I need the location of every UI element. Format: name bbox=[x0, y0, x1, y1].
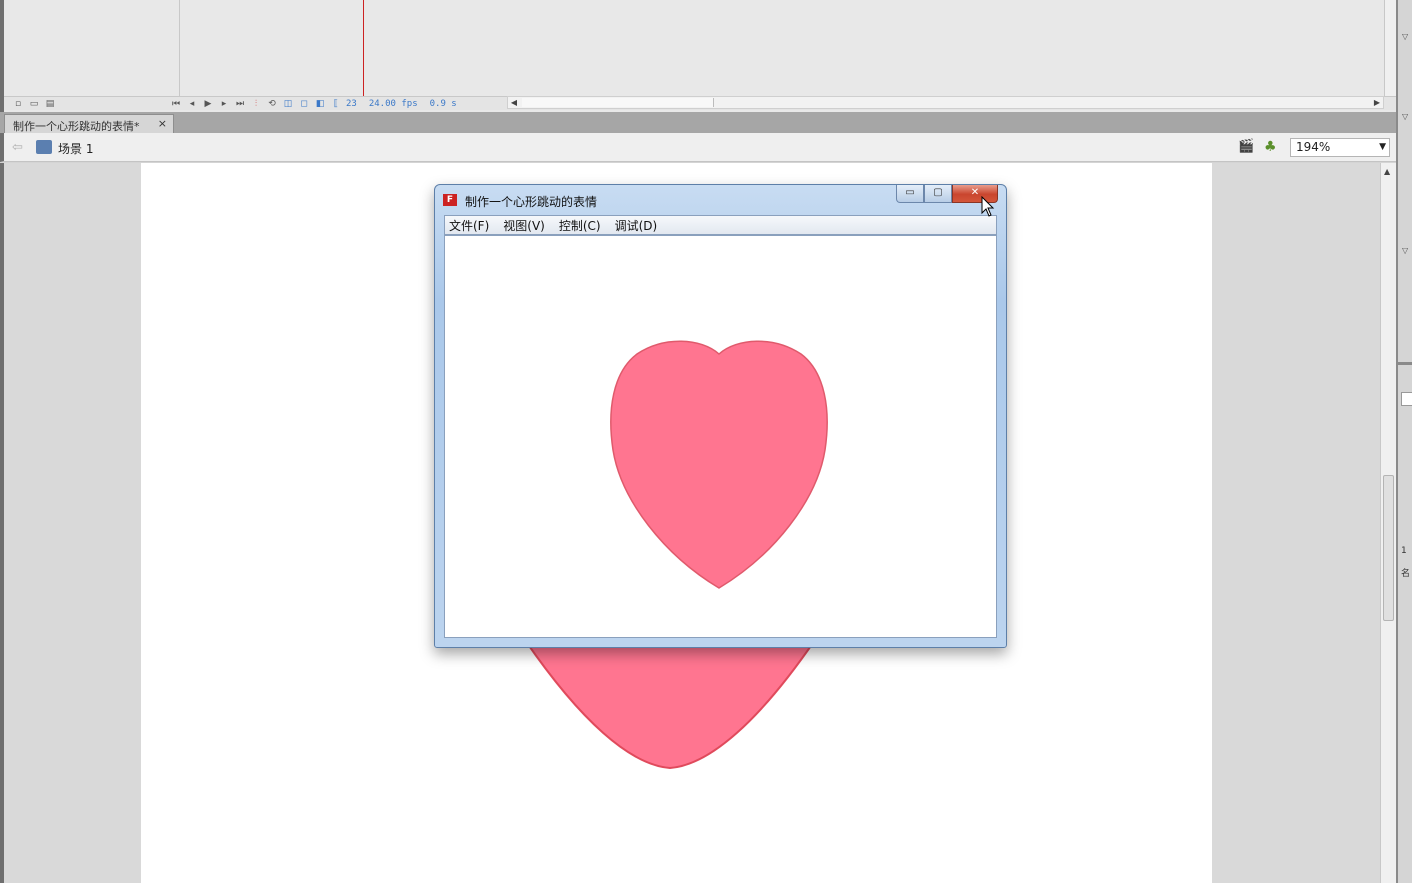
edit-scene-icon[interactable]: 🎬 bbox=[1238, 139, 1256, 155]
menu-debug[interactable]: 调试(D) bbox=[615, 217, 658, 234]
window-titlebar[interactable]: F 制作一个心形跳动的表情 ▭ ▢ ✕ bbox=[435, 185, 1006, 215]
play-icon[interactable]: ▶ bbox=[202, 99, 214, 109]
stage-scroll-thumb[interactable] bbox=[1383, 475, 1394, 621]
loop-icon[interactable]: ⟲ bbox=[266, 99, 278, 109]
flash-player-logo-icon: F bbox=[443, 194, 457, 206]
onion-outline-icon[interactable]: ◻ bbox=[298, 99, 310, 109]
delete-layer-icon[interactable]: ▤ bbox=[44, 99, 56, 109]
right-panel-collapsed: ▽ ▽ ▽ 1 名 bbox=[1396, 0, 1412, 883]
panel-collapse-icon[interactable]: ▽ bbox=[1402, 32, 1408, 41]
maximize-button[interactable]: ▢ bbox=[924, 185, 952, 203]
heart-shape bbox=[610, 340, 828, 589]
timeline-horizontal-scrollbar[interactable]: ◀ ▶ bbox=[507, 96, 1384, 109]
scene-icon bbox=[36, 140, 52, 154]
timeline-scroll-thumb[interactable] bbox=[522, 98, 714, 107]
elapsed-time-readout: 0.9 s bbox=[429, 98, 457, 109]
zoom-select[interactable]: 194% ▼ bbox=[1290, 138, 1390, 157]
scroll-up-icon[interactable]: ▲ bbox=[1384, 167, 1390, 176]
document-tab[interactable]: 制作一个心形跳动的表情* × bbox=[4, 114, 174, 133]
back-arrow-icon[interactable]: ⇦ bbox=[12, 140, 23, 155]
stage-vertical-scrollbar[interactable]: ▲ bbox=[1380, 163, 1396, 883]
step-forward-icon[interactable]: ▸ bbox=[218, 99, 230, 109]
window-menubar: 文件(F) 视图(V) 控制(C) 调试(D) bbox=[444, 215, 997, 235]
panel-number: 1 bbox=[1401, 546, 1407, 556]
mouse-cursor-icon bbox=[981, 196, 995, 217]
edit-symbols-icon[interactable]: ♣ bbox=[1264, 139, 1284, 155]
timeline-panel: ▫ ▭ ▤ ⏮ ◂ ▶ ▸ ⏭ ⫶ ⟲ ◫ ◻ ◧ ⟦ 23 24.00 fps… bbox=[0, 0, 1396, 112]
modify-onion-markers-icon[interactable]: ⟦ bbox=[330, 99, 342, 109]
current-frame-readout[interactable]: 23 bbox=[346, 99, 357, 109]
chevron-down-icon: ▼ bbox=[1379, 142, 1386, 152]
player-canvas[interactable] bbox=[444, 235, 997, 638]
panel-divider bbox=[1398, 362, 1412, 365]
new-layer-icon[interactable]: ▫ bbox=[12, 99, 24, 109]
last-frame-icon[interactable]: ⏭ bbox=[234, 99, 246, 109]
menu-file[interactable]: 文件(F) bbox=[449, 217, 489, 234]
flash-player-window[interactable]: F 制作一个心形跳动的表情 ▭ ▢ ✕ 文件(F) 视图(V) 控制(C) 调试… bbox=[434, 184, 1007, 648]
minimize-button[interactable]: ▭ bbox=[896, 185, 924, 203]
frame-rate-readout[interactable]: 24.00 fps bbox=[369, 99, 418, 109]
scene-breadcrumb[interactable]: 场景 1 bbox=[58, 140, 93, 157]
playhead[interactable] bbox=[363, 0, 364, 96]
scroll-right-icon[interactable]: ▶ bbox=[1371, 97, 1383, 108]
panel-collapse-icon[interactable]: ▽ bbox=[1402, 112, 1408, 121]
menu-control[interactable]: 控制(C) bbox=[559, 217, 601, 234]
new-folder-icon[interactable]: ▭ bbox=[28, 99, 40, 109]
zoom-value: 194% bbox=[1296, 140, 1331, 154]
timeline-vertical-scrollbar[interactable] bbox=[1384, 0, 1396, 96]
document-tab-strip: 制作一个心形跳动的表情* × bbox=[0, 112, 1396, 133]
scroll-left-icon[interactable]: ◀ bbox=[508, 97, 520, 108]
menu-view[interactable]: 视图(V) bbox=[503, 217, 545, 234]
panel-collapse-icon[interactable]: ▽ bbox=[1402, 246, 1408, 255]
first-frame-icon[interactable]: ⏮ bbox=[170, 99, 182, 109]
edit-bar: ⇦ 场景 1 🎬 ♣ 194% ▼ bbox=[0, 133, 1396, 162]
panel-field[interactable] bbox=[1401, 392, 1412, 406]
edit-multiple-frames-icon[interactable]: ◧ bbox=[314, 99, 326, 109]
onion-skin-icon[interactable]: ◫ bbox=[282, 99, 294, 109]
panel-label: 名 bbox=[1401, 569, 1411, 579]
window-title: 制作一个心形跳动的表情 bbox=[465, 195, 598, 209]
document-tab-title: 制作一个心形跳动的表情* bbox=[13, 120, 140, 133]
flash-ide-window: ▫ ▭ ▤ ⏮ ◂ ▶ ▸ ⏭ ⫶ ⟲ ◫ ◻ ◧ ⟦ 23 24.00 fps… bbox=[0, 0, 1412, 883]
close-tab-icon[interactable]: × bbox=[158, 117, 167, 130]
center-frame-icon[interactable]: ⫶ bbox=[250, 99, 262, 109]
timeline-layer-area[interactable] bbox=[4, 0, 180, 96]
step-back-icon[interactable]: ◂ bbox=[186, 99, 198, 109]
